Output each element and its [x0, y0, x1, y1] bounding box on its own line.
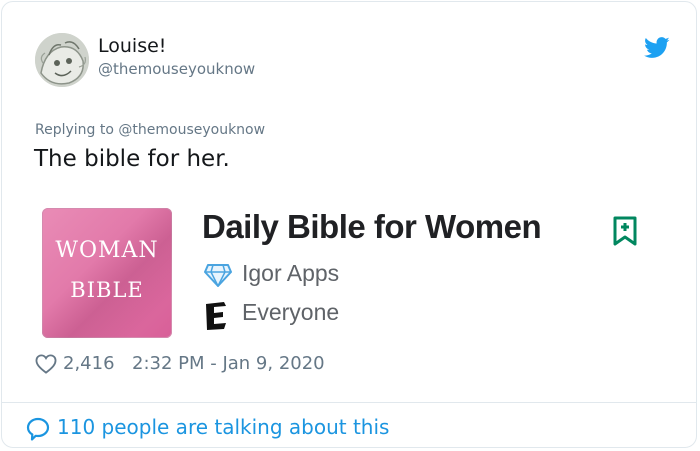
- app-icon-word-bible: Bible: [70, 278, 144, 302]
- bookmark-add-icon[interactable]: [613, 216, 637, 250]
- author-handle[interactable]: @themouseyouknow: [98, 60, 255, 78]
- app-icon-word-woman: Woman: [55, 238, 159, 263]
- twitter-bird-icon[interactable]: [644, 37, 670, 63]
- display-name[interactable]: Louise!: [98, 35, 166, 57]
- esrb-e-icon: [204, 301, 230, 335]
- heart-icon[interactable]: [35, 354, 57, 378]
- app-title[interactable]: Daily Bible for Women: [202, 208, 542, 246]
- tweet-text: The bible for her.: [34, 146, 230, 172]
- developer-badge-icon: [204, 263, 232, 291]
- app-icon[interactable]: Woman Bible: [42, 208, 172, 338]
- replying-to-prefix: Replying to: [35, 122, 114, 138]
- developer-name[interactable]: Igor Apps: [242, 260, 339, 287]
- content-rating-label: Everyone: [242, 299, 340, 325]
- replying-to-handle[interactable]: @themouseyouknow: [118, 122, 265, 138]
- like-count: 2,416: [63, 353, 115, 374]
- timestamp[interactable]: 2:32 PM - Jan 9, 2020: [132, 353, 325, 374]
- divider: [2, 402, 696, 403]
- avatar[interactable]: [35, 33, 89, 87]
- speech-bubble-icon: [26, 417, 50, 445]
- replying-to: Replying to @themouseyouknow: [35, 122, 265, 138]
- tweet-card: Louise! @themouseyouknow Replying to @th…: [1, 1, 697, 448]
- avatar-image: [35, 33, 89, 87]
- app-icon-shading: [42, 208, 172, 338]
- talking-about-text[interactable]: 110 people are talking about this: [57, 415, 389, 439]
